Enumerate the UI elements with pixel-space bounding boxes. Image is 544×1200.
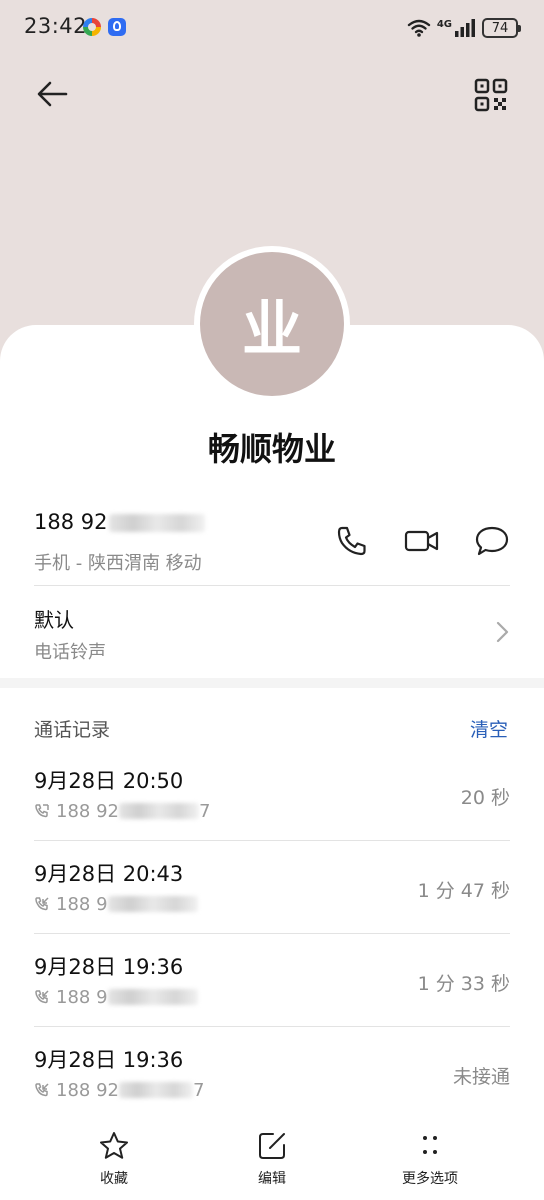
incoming-call-icon [35,897,49,911]
call-button[interactable] [334,523,370,559]
incoming-call-icon [35,1083,49,1097]
call-number-suffix: 7 [198,800,211,822]
qr-code-icon [474,78,508,112]
divider [34,933,510,934]
back-button[interactable] [34,76,70,112]
divider [34,585,510,586]
status-bar: 23:42 4G 74 [0,0,544,56]
phone-row[interactable]: 188 92 手机 - 陕西渭南 移动 [34,505,510,585]
edit-button[interactable]: 编辑 [212,1130,332,1190]
incoming-call-icon [35,990,49,1004]
phone-number-visible: 188 92 [34,510,108,534]
phone-location: 陕西渭南 移动 [87,553,202,574]
phone-number-redacted [109,514,206,532]
phone-description: 手机 - 陕西渭南 移动 [34,549,202,575]
phone-number: 188 92 [34,510,206,534]
status-indicators: 4G 74 [407,16,521,40]
phone-separator: - [70,553,88,574]
avatar[interactable]: 业 [200,252,344,396]
notification-bulb-icon [108,18,126,36]
call-duration: 1 分 47 秒 [417,880,510,902]
call-number-line: 188 9 [34,985,198,1009]
call-number-redacted [118,803,199,819]
favorite-button[interactable]: 收藏 [54,1130,174,1190]
outgoing-call-icon [35,804,49,818]
divider [34,1026,510,1027]
arrow-left-icon [37,81,68,107]
call-log-item[interactable]: 9月28日 19:36 188 9 1 分 33 秒 [34,951,510,1043]
ringtone-subtitle: 电话铃声 [34,642,106,663]
call-number-line: 188 9 [34,892,198,916]
wifi-icon [407,19,431,37]
call-duration: 未接通 [452,1066,510,1088]
chevron-right-icon [496,621,509,643]
phone-type: 手机 [34,553,70,574]
message-button[interactable] [474,523,510,559]
network-type-label: 4G [436,18,452,30]
video-camera-icon [404,530,439,552]
call-log-item[interactable]: 9月28日 20:43 188 9 1 分 47 秒 [34,858,510,950]
favorite-label: 收藏 [100,1171,128,1187]
ringtone-row[interactable]: 默认 电话铃声 [34,600,510,670]
call-number-line: 188 92 7 [34,1078,204,1102]
more-dots-icon [423,1136,437,1154]
clear-call-log-button[interactable]: 清空 [470,715,508,742]
call-time: 9月28日 19:36 [34,955,184,979]
ringtone-title: 默认 [34,608,74,632]
call-number-redacted [118,1082,193,1098]
notification-app-icon [83,18,101,36]
call-number: 188 92 [56,800,119,822]
call-log-title: 通话记录 [34,719,111,741]
section-separator [0,678,544,688]
more-options-label: 更多选项 [402,1171,458,1187]
call-number: 188 92 [56,1079,119,1101]
battery-indicator: 74 [482,18,521,38]
call-time: 9月28日 20:43 [34,862,184,886]
signal-icon [455,19,475,37]
bottom-action-bar: 收藏 编辑 更多选项 [0,1120,544,1200]
qr-code-button[interactable] [474,78,510,114]
call-log-item[interactable]: 9月28日 20:50 188 92 7 20 秒 [34,765,510,857]
star-icon [100,1132,128,1159]
divider [34,840,510,841]
more-options-button[interactable]: 更多选项 [370,1130,490,1190]
chat-bubble-icon [475,526,509,556]
contact-name: 畅顺物业 [207,430,336,468]
call-duration: 1 分 33 秒 [417,973,510,995]
call-number: 188 9 [56,893,108,915]
phone-icon [337,526,366,556]
call-time: 9月28日 19:36 [34,1048,184,1072]
status-time: 23:42 [24,14,88,38]
call-number-suffix: 7 [192,1079,205,1101]
edit-label: 编辑 [258,1171,286,1187]
edit-icon [259,1133,285,1159]
call-number: 188 9 [56,986,108,1008]
call-time: 9月28日 20:50 [34,769,184,793]
call-number-redacted [107,896,198,912]
call-number-redacted [107,989,198,1005]
call-number-line: 188 92 7 [34,799,210,823]
video-call-button[interactable] [404,523,440,559]
call-duration: 20 秒 [460,787,510,809]
